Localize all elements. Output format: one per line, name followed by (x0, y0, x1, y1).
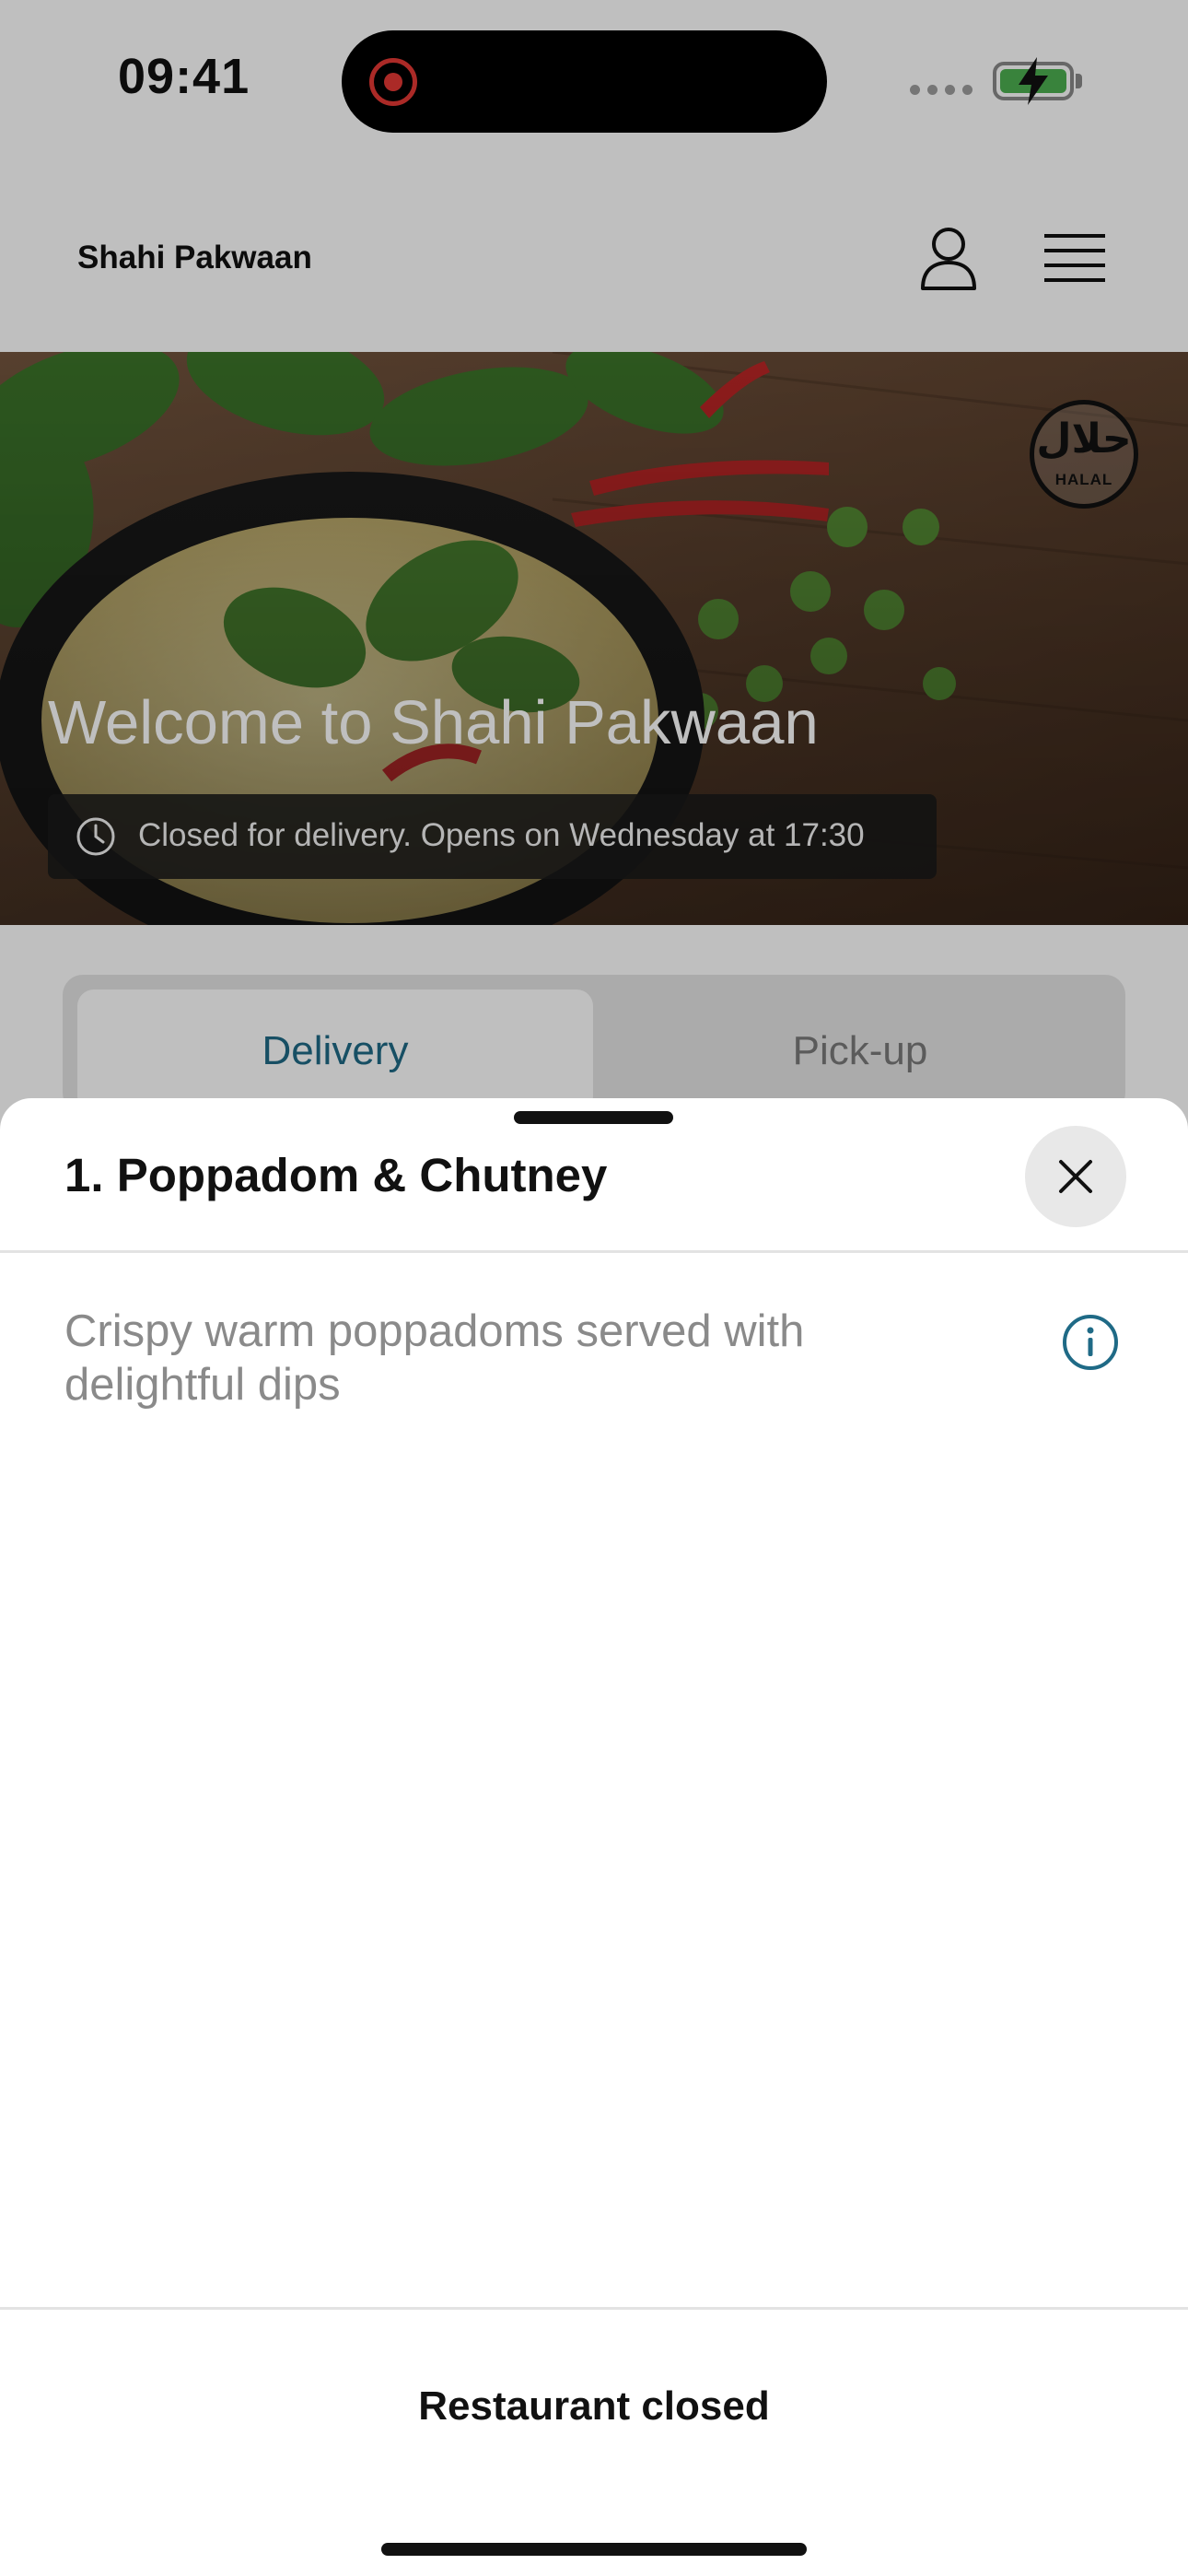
close-icon (1059, 1160, 1092, 1193)
sheet-grabber-handle[interactable] (514, 1111, 673, 1124)
close-button[interactable] (1025, 1126, 1126, 1227)
divider (0, 2307, 1188, 2310)
home-indicator[interactable] (381, 2543, 807, 2556)
item-description: Crispy warm poppadoms served with deligh… (64, 1306, 805, 1410)
info-icon[interactable] (1062, 1314, 1119, 1371)
item-title: 1. Poppadom & Chutney (64, 1149, 608, 1201)
item-detail-sheet: 1. Poppadom & Chutney Crispy warm poppad… (0, 1098, 1188, 2576)
restaurant-closed-status: Restaurant closed (418, 2383, 770, 2429)
divider (0, 1250, 1188, 1253)
